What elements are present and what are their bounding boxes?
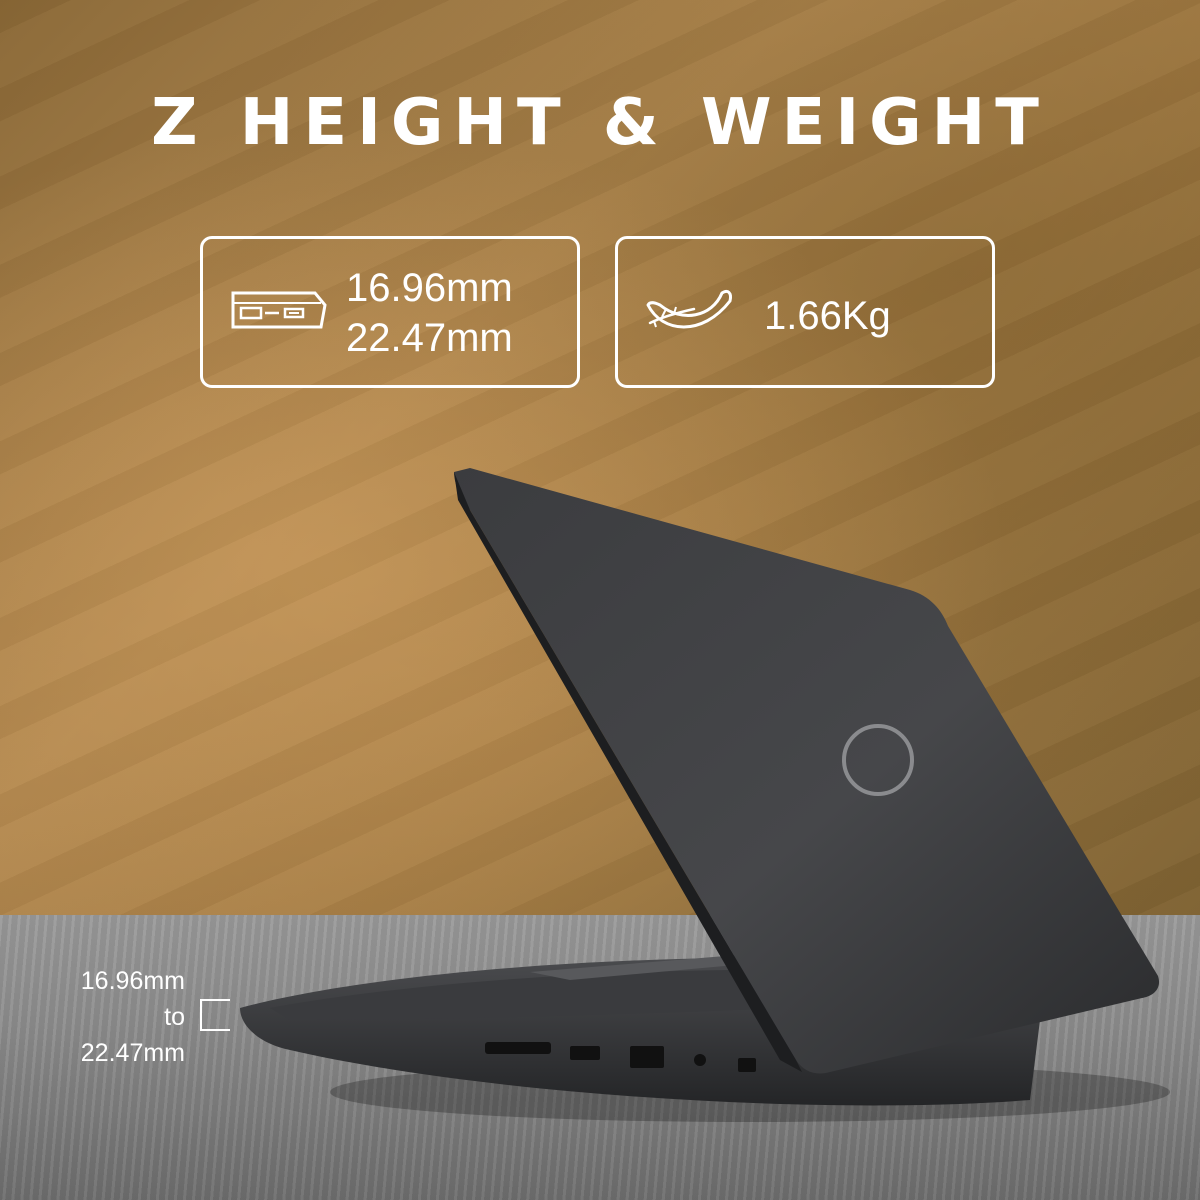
side-connector: to [164,1003,185,1031]
page-title: Z HEIGHT & WEIGHT [151,86,1049,160]
side-dimension-label: 16.96mm to 22.47mm [40,963,185,1071]
side-height-min: 16.96mm [80,967,185,995]
feather-icon [646,289,732,329]
weight-spec-card: 1.66Kg [615,236,995,388]
laptop-illustration [240,468,1170,1122]
laptop-profile-icon [231,291,327,329]
weight-value: 1.66Kg [764,294,891,338]
height-max: 22.47mm [346,316,513,360]
dimension-bracket-icon [200,999,230,1031]
height-spec-card: 16.96mm 22.47mm [200,236,580,388]
side-height-max: 22.47mm [80,1039,185,1067]
height-values: 16.96mm 22.47mm [346,263,513,363]
height-min: 16.96mm [346,266,513,310]
